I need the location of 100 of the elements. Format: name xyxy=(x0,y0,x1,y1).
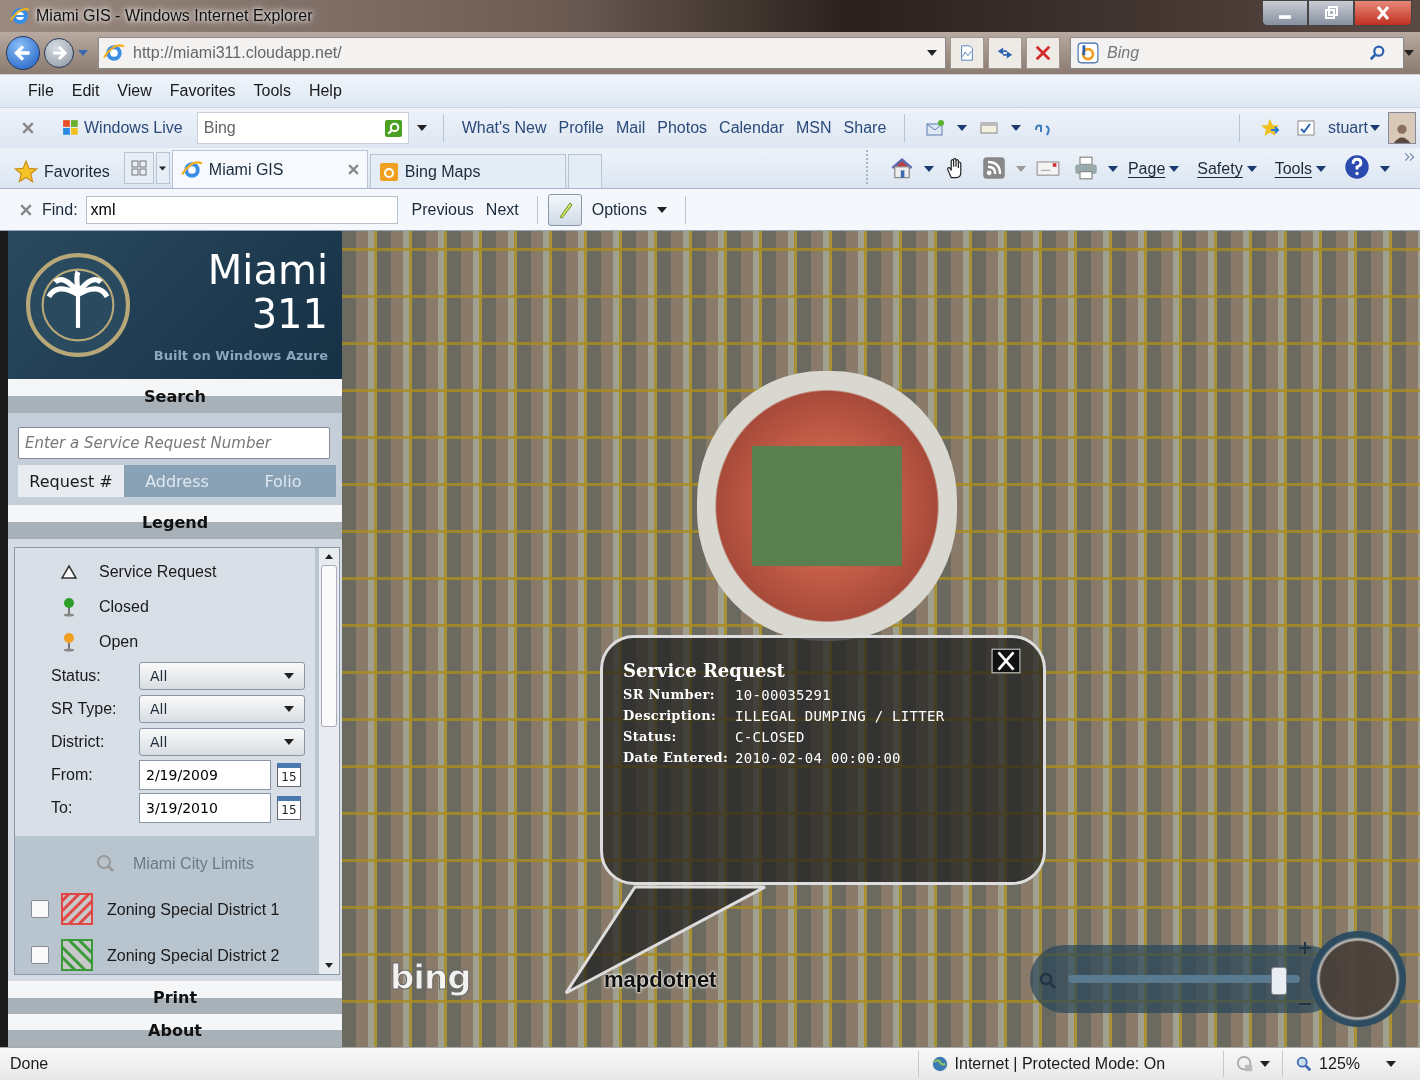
close-tab-icon[interactable] xyxy=(347,164,359,175)
calendar-button[interactable]: 15 xyxy=(277,795,301,820)
scrollbar[interactable] xyxy=(319,548,339,974)
search-icon[interactable] xyxy=(1368,44,1386,62)
help-icon[interactable] xyxy=(1344,154,1370,180)
tab-list-button[interactable] xyxy=(155,152,170,184)
refresh-button[interactable] xyxy=(988,37,1022,69)
minimize-icon xyxy=(1279,15,1291,19)
menu-item[interactable]: Edit xyxy=(71,82,100,100)
browser-tab[interactable]: Miami GIS xyxy=(171,150,368,188)
toolbar-link[interactable]: Share xyxy=(843,119,887,137)
filter-label: SR Type: xyxy=(51,699,118,718)
find-button[interactable]: Next xyxy=(485,200,519,219)
restore-button[interactable] xyxy=(1308,0,1354,26)
zoom-level-text[interactable]: 125% xyxy=(1319,1055,1360,1073)
date-field[interactable]: 2/19/2009 xyxy=(139,759,271,790)
chevron-icon[interactable] xyxy=(1404,152,1416,162)
minimize-button[interactable] xyxy=(1262,0,1308,26)
star-icon[interactable] xyxy=(1260,118,1280,138)
section-header[interactable]: Print xyxy=(8,981,342,1014)
scrollbar-thumb[interactable] xyxy=(321,565,337,727)
page-chart-icon xyxy=(958,44,976,62)
field-value: ILLEGAL DUMPING / LITTER xyxy=(735,708,946,724)
field-label: Description: xyxy=(623,708,718,724)
toolbar-link[interactable]: MSN xyxy=(796,119,832,137)
caret-icon[interactable] xyxy=(1011,125,1022,131)
envelope-icon[interactable] xyxy=(925,118,946,138)
caret-icon xyxy=(656,206,667,213)
section-header[interactable]: Search xyxy=(8,379,342,413)
zoom-in-icon[interactable] xyxy=(1298,941,1312,955)
user-menu[interactable]: stuart xyxy=(1328,119,1380,137)
close-icon[interactable] xyxy=(991,648,1021,674)
zoom-icon[interactable] xyxy=(1295,1055,1314,1073)
caret-icon[interactable] xyxy=(1386,1061,1396,1067)
star-icon xyxy=(14,160,38,184)
toolbar-link[interactable]: Calendar xyxy=(719,119,784,137)
caret-icon xyxy=(284,738,294,745)
caret-icon[interactable] xyxy=(957,125,968,131)
flag-logo-icon xyxy=(62,119,80,137)
search-tab[interactable]: Request # xyxy=(18,465,124,497)
menu-item[interactable]: Favorites xyxy=(169,82,236,100)
legend-label: Closed xyxy=(99,597,149,616)
security-zone-text: Internet | Protected Mode: On xyxy=(954,1055,1166,1073)
caret-icon[interactable] xyxy=(923,166,934,172)
toolbar-link[interactable]: What's New xyxy=(461,119,547,137)
toolbar-link[interactable]: Mail xyxy=(615,119,646,137)
menu-item[interactable]: File xyxy=(28,82,54,100)
checkbox[interactable] xyxy=(31,946,49,964)
stop-button[interactable] xyxy=(1026,37,1060,69)
checkbox[interactable] xyxy=(31,900,49,918)
command-menu[interactable]: Tools xyxy=(1274,160,1326,178)
find-field[interactable]: xml xyxy=(85,195,398,224)
section-header[interactable]: Legend xyxy=(8,505,342,539)
menu-item[interactable]: Help xyxy=(308,82,342,100)
menu-item[interactable]: Tools xyxy=(253,82,291,100)
caret-icon[interactable] xyxy=(927,50,937,56)
date-field[interactable]: 3/19/2010 xyxy=(139,792,271,823)
status-text: Done xyxy=(10,1055,49,1073)
dropdown[interactable]: All xyxy=(139,727,305,756)
caret-icon[interactable] xyxy=(1107,166,1118,172)
highlight-button[interactable] xyxy=(547,193,582,226)
toolbar-link[interactable]: Photos xyxy=(657,119,708,137)
options-menu[interactable]: Options xyxy=(591,200,667,219)
compatibility-view-button[interactable] xyxy=(950,37,984,69)
menu-item[interactable]: View xyxy=(117,82,152,100)
find-button[interactable]: Previous xyxy=(411,200,474,219)
command-menu[interactable]: Page xyxy=(1127,160,1180,178)
toolbar-link[interactable]: Profile xyxy=(558,119,604,137)
zoom-slider-thumb[interactable] xyxy=(1271,967,1287,995)
field-label: Status: xyxy=(623,729,678,745)
forward-button[interactable] xyxy=(44,38,74,68)
calendar-button[interactable]: 15 xyxy=(277,762,301,787)
search-field[interactable]: Bing xyxy=(1070,37,1404,69)
address-field[interactable]: http://miami311.cloudapp.net/ xyxy=(98,37,946,69)
dropdown[interactable]: All xyxy=(139,694,305,723)
favorites-button[interactable]: Favorites xyxy=(14,160,110,184)
scroll-up-icon[interactable] xyxy=(325,554,333,559)
caret-icon xyxy=(1246,166,1257,172)
caret-icon[interactable] xyxy=(1260,1061,1271,1067)
home-icon[interactable] xyxy=(889,156,914,180)
windows-live-button[interactable]: Windows Live xyxy=(62,119,183,137)
back-button[interactable] xyxy=(6,36,40,70)
search-provider-icon xyxy=(1077,42,1099,64)
printer-icon[interactable] xyxy=(1073,156,1098,180)
ie-page-icon xyxy=(180,158,203,181)
section-header[interactable]: About xyxy=(8,1014,342,1047)
browser-tab[interactable]: Bing Maps xyxy=(369,154,566,188)
caret-icon[interactable] xyxy=(416,125,427,131)
dropdown[interactable]: All xyxy=(139,661,305,690)
find-label: Find: xyxy=(42,200,78,219)
rss-icon[interactable] xyxy=(981,156,1006,180)
caret-icon[interactable] xyxy=(1380,166,1390,172)
avatar-silhouette[interactable] xyxy=(1388,112,1416,144)
command-menu[interactable]: Safety xyxy=(1197,160,1257,178)
checklist-icon[interactable] xyxy=(1296,118,1316,138)
search-field[interactable]: Bing xyxy=(196,112,409,144)
search-field[interactable]: Enter a Service Request Number xyxy=(18,427,330,459)
close-button[interactable] xyxy=(1354,0,1412,26)
scroll-down-icon[interactable] xyxy=(325,963,333,968)
search-icon[interactable] xyxy=(384,119,402,137)
